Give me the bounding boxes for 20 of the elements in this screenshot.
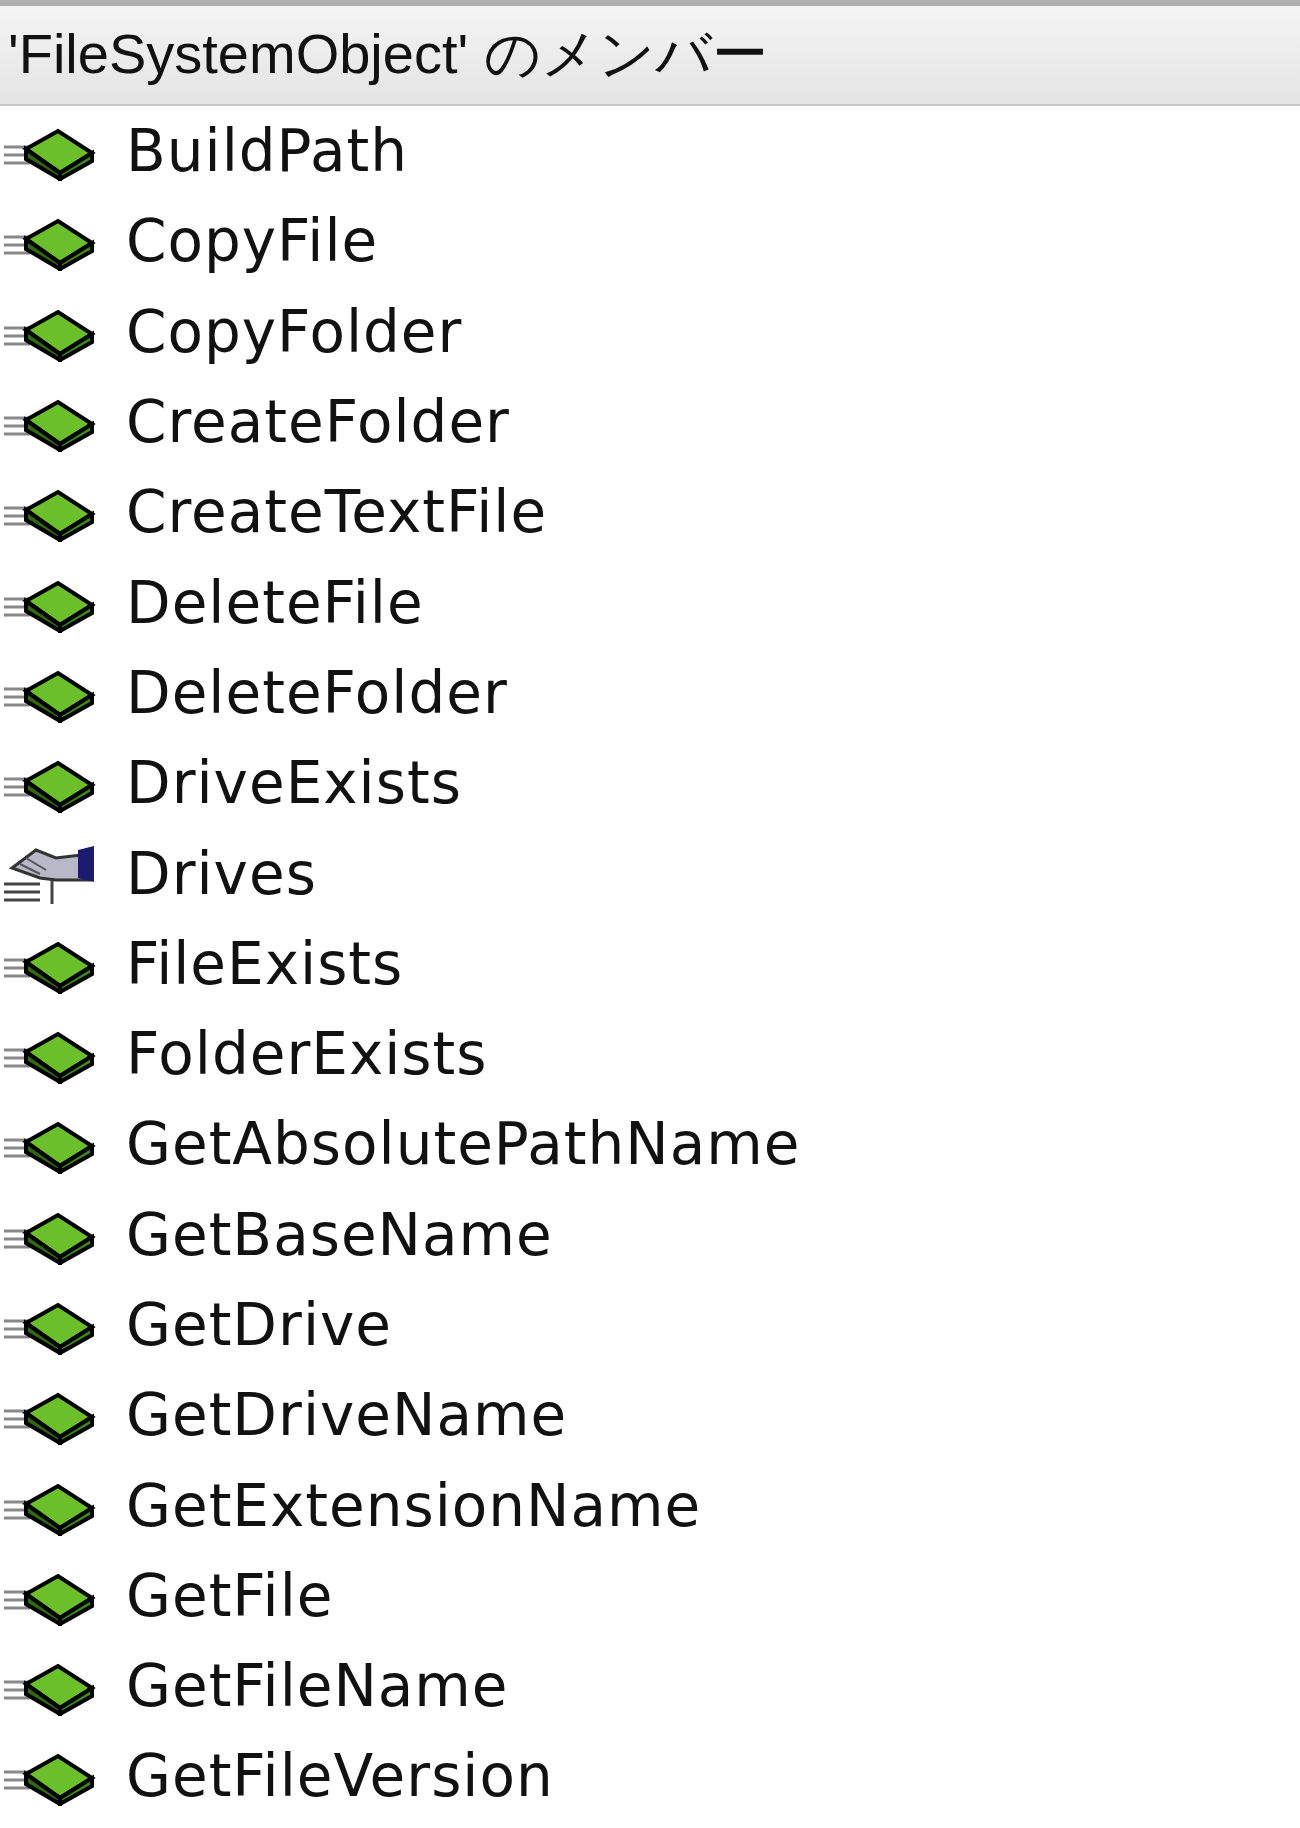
member-name[interactable]: GetFileVersion: [126, 1742, 554, 1811]
member-name[interactable]: FolderExists: [126, 1020, 488, 1089]
member-name[interactable]: Drives: [126, 839, 317, 908]
member-name[interactable]: FileExists: [126, 929, 404, 998]
member-name[interactable]: BuildPath: [126, 117, 408, 186]
member-name[interactable]: GetAbsolutePathName: [126, 1110, 801, 1179]
member-name[interactable]: GetExtensionName: [126, 1471, 702, 1540]
member-name[interactable]: GetDrive: [126, 1291, 392, 1359]
member-name[interactable]: CreateTextFile: [126, 478, 548, 547]
member-name[interactable]: CopyFolder: [126, 297, 463, 366]
member-name[interactable]: GetBaseName: [126, 1200, 553, 1269]
header-title: 'FileSystemObject' のメンバー: [8, 21, 768, 87]
member-name[interactable]: GetFileName: [126, 1652, 509, 1721]
member-name[interactable]: DeleteFile: [126, 568, 424, 637]
member-name[interactable]: GetFile: [126, 1561, 334, 1630]
member-name[interactable]: GetDriveName: [126, 1381, 568, 1450]
member-name[interactable]: CopyFile: [126, 207, 379, 276]
member-name[interactable]: DeleteFolder: [126, 658, 508, 727]
member-name[interactable]: DriveExists: [126, 749, 462, 818]
member-name[interactable]: CreateFolder: [126, 388, 510, 457]
